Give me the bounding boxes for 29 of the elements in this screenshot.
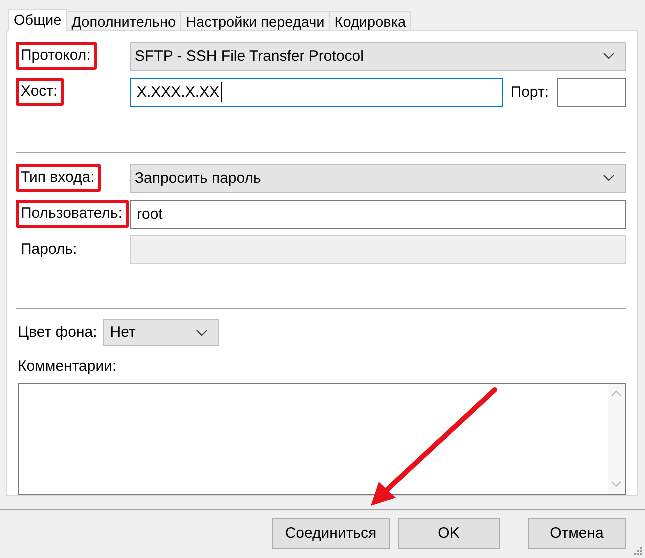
dialog-button[interactable]: OK (398, 518, 500, 549)
field-label: Пользователь: (16, 200, 129, 228)
field-label: Хост: (16, 78, 64, 106)
background-color-select[interactable]: Нет (103, 319, 220, 346)
tab[interactable]: Дополнительно (66, 11, 182, 30)
tab[interactable]: Общие (8, 9, 67, 31)
dialog-button[interactable]: Соединиться (272, 518, 390, 549)
field-label: Пароль: (20, 240, 78, 260)
comments-field[interactable] (18, 383, 626, 495)
scroll-up-icon[interactable] (611, 390, 622, 398)
port-label: Порт: (510, 84, 549, 101)
login-type-select[interactable]: Запросить пароль (130, 164, 626, 193)
chevron-down-icon (603, 174, 615, 182)
scrollbar[interactable] (608, 384, 625, 494)
user-field[interactable]: root (130, 200, 626, 229)
tab[interactable]: Кодировка (328, 11, 412, 30)
port-field[interactable] (557, 78, 626, 107)
dialog-button[interactable]: Отмена (528, 518, 626, 549)
tab[interactable]: Настройки передачи (180, 11, 330, 30)
field-label: Тип входа: (16, 164, 101, 192)
field-label: Протокол: (16, 42, 97, 70)
background-color-label: Цвет фона: (18, 324, 98, 342)
resize-grip-icon[interactable] (633, 546, 643, 556)
host-field[interactable]: X.XXX.X.XX (130, 78, 503, 107)
chevron-down-icon (603, 52, 615, 60)
scroll-down-icon[interactable] (611, 480, 622, 488)
comments-label: Комментарии: (18, 358, 118, 376)
chevron-down-icon (196, 328, 208, 337)
protocol-select[interactable]: SFTP - SSH File Transfer Protocol (130, 42, 626, 71)
